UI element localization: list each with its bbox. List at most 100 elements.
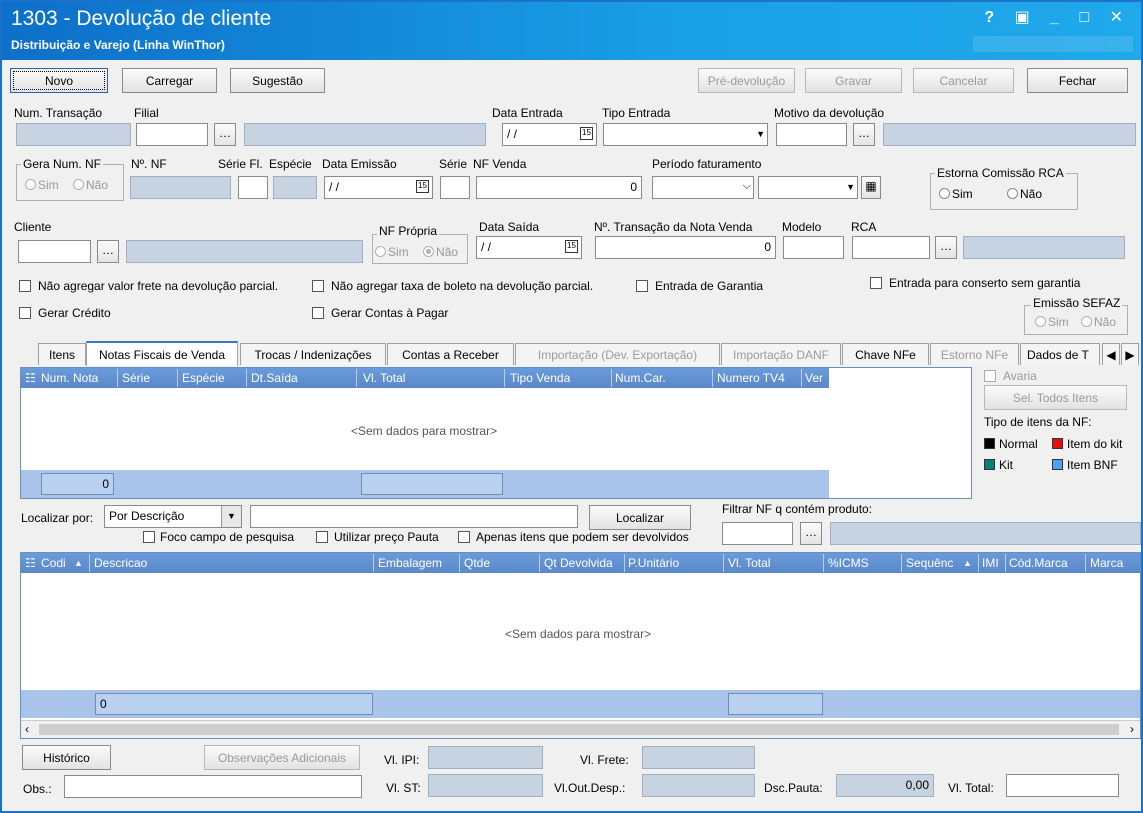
gera-num-nf-sim-radio[interactable]: Sim [25,178,59,192]
localizar-button[interactable]: Localizar [589,505,691,530]
items-col-icms[interactable]: %ICMS [828,556,869,570]
nf-col-especie[interactable]: Espécie [182,371,225,385]
localizar-por-select[interactable]: Por Descrição ▼ [104,505,242,528]
gerar-contas-pagar-checkbox[interactable] [312,307,324,319]
filial-input[interactable] [136,123,208,146]
periodo-inicio-select[interactable]: ⌵ [652,176,754,199]
rca-input[interactable] [852,236,930,259]
items-col-qtde[interactable]: Qtde [464,556,490,570]
rca-lookup-button[interactable]: … [935,236,957,259]
window-controls[interactable]: ? ▣ _ □ ✕ [984,7,1131,27]
sefaz-nao-radio[interactable]: Não [1081,315,1116,329]
sefaz-sim-radio[interactable]: Sim [1035,315,1069,329]
periodo-fim-select[interactable]: ▼ [758,176,858,199]
nf-col-vl-total[interactable]: Vl. Total [363,371,405,385]
historico-button[interactable]: Histórico [22,745,111,770]
calendar-picker-icon[interactable]: ▦ [861,176,881,199]
search-input[interactable] [250,505,578,528]
observacoes-adicionais-button[interactable]: Observações Adicionais [204,745,360,770]
filial-lookup-button[interactable]: … [214,123,236,146]
obs-input[interactable] [64,775,362,798]
tab-chave-nfe[interactable]: Chave NFe [842,343,929,365]
data-entrada-input[interactable]: / / 15 [502,123,597,146]
filtrar-nf-input[interactable] [722,522,793,545]
gerar-credito-checkbox[interactable] [19,307,31,319]
items-col-sequencia[interactable]: Sequênc [906,556,953,570]
motivo-lookup-button[interactable]: … [853,123,875,146]
items-grid[interactable]: ☷ Codi ▲ Descricao Embalagem Qtde Qt Dev… [20,552,1141,739]
pre-devolucao-button[interactable]: Pré-devolução [698,68,795,93]
nf-venda-grid[interactable]: ☷ Num. Nota Série Espécie Dt.Saída Vl. T… [20,367,972,499]
apenas-itens-checkbox[interactable] [458,531,470,543]
tab-estorno-nfe[interactable]: Estorno NFe [930,343,1019,365]
horizontal-scrollbar[interactable]: ‹ › [21,720,1140,738]
fechar-button[interactable]: Fechar [1027,68,1128,93]
items-col-embalagem[interactable]: Embalagem [378,556,442,570]
nf-col-numero-tv4[interactable]: Numero TV4 [717,371,785,385]
tab-contas-receber[interactable]: Contas a Receber [387,343,514,365]
cliente-lookup-button[interactable]: … [97,240,119,263]
novo-button[interactable]: Novo [10,68,108,93]
sel-todos-itens-button[interactable]: Sel. Todos Itens [984,385,1127,410]
tipo-entrada-select[interactable]: ▼ [603,123,768,146]
tab-scroll-right-icon[interactable]: ▶ [1121,343,1139,365]
entrada-conserto-checkbox[interactable] [870,277,882,289]
modelo-input[interactable] [783,236,844,259]
tab-dados-de-t[interactable]: Dados de T [1020,343,1100,365]
num-nf-field [130,176,231,199]
items-col-codi[interactable]: Codi [41,556,66,570]
scroll-left-icon[interactable]: ‹ [25,722,29,736]
serie-fl-input[interactable] [238,176,268,199]
nf-col-serie[interactable]: Série [122,371,150,385]
nf-venda-input[interactable]: 0 [476,176,642,199]
calendar-icon[interactable]: 15 [565,240,578,253]
cliente-input[interactable] [18,240,91,263]
utilizar-preco-checkbox[interactable] [316,531,328,543]
data-saida-input[interactable]: / / 15 [476,236,582,259]
motivo-devolucao-input[interactable] [776,123,847,146]
nf-col-dt-saida[interactable]: Dt.Saída [251,371,298,385]
sugestao-button[interactable]: Sugestão [230,68,325,93]
items-col-vl-total[interactable]: Vl. Total [728,556,770,570]
avaria-checkbox[interactable] [984,370,996,382]
foco-campo-checkbox[interactable] [143,531,155,543]
column-chooser-icon[interactable]: ☷ [25,556,36,570]
serie-input[interactable] [440,176,470,199]
estorna-nao-radio[interactable]: Não [1007,187,1042,201]
nf-col-num-nota[interactable]: Num. Nota [41,371,98,385]
nao-agregar-taxa-checkbox[interactable] [312,280,324,292]
items-col-imi[interactable]: IMI [982,556,1004,570]
entrada-garantia-checkbox[interactable] [636,280,648,292]
nf-col-tipo-venda[interactable]: Tipo Venda [510,371,570,385]
nf-propria-sim-radio[interactable]: Sim [375,245,409,259]
estorna-sim-radio[interactable]: Sim [939,187,973,201]
tab-trocas-indenizacoes[interactable]: Trocas / Indenizações [240,343,386,365]
tab-importacao-danf[interactable]: Importação DANF [721,343,841,365]
tab-importacao-dev-exportacao[interactable]: Importação (Dev. Exportação) [515,343,720,365]
tab-itens[interactable]: Itens [38,343,86,365]
items-grid-empty-message: <Sem dados para mostrar> [505,627,652,641]
calendar-icon[interactable]: 15 [416,180,429,193]
items-col-p-unitario[interactable]: P.Unitário [628,556,679,570]
items-col-cod-marca[interactable]: Cód.Marca [1009,556,1068,570]
num-transacao-nota-venda-input[interactable]: 0 [595,236,776,259]
items-col-marca[interactable]: Marca [1090,556,1123,570]
items-col-qt-devolvida[interactable]: Qt Devolvida [544,556,613,570]
nf-col-num-car[interactable]: Num.Car. [615,371,666,385]
nf-propria-nao-radio[interactable]: Não [423,245,458,259]
calendar-icon[interactable]: 15 [580,127,593,140]
items-col-descricao[interactable]: Descricao [94,556,147,570]
column-chooser-icon[interactable]: ☷ [25,371,36,385]
carregar-button[interactable]: Carregar [122,68,217,93]
gravar-button[interactable]: Gravar [805,68,902,93]
tab-scroll-left-icon[interactable]: ◀ [1102,343,1120,365]
filtrar-nf-lookup-button[interactable]: … [800,522,822,545]
nf-col-ver[interactable]: Ver [805,371,823,385]
cancelar-button[interactable]: Cancelar [913,68,1014,93]
nao-agregar-frete-checkbox[interactable] [19,280,31,292]
gera-num-nf-nao-radio[interactable]: Não [73,178,108,192]
scroll-right-icon[interactable]: › [1130,722,1134,736]
data-emissao-input[interactable]: / / 15 [324,176,433,199]
scrollbar-thumb[interactable] [39,724,1119,735]
tab-notas-fiscais-venda[interactable]: Notas Fiscais de Venda [86,341,238,366]
